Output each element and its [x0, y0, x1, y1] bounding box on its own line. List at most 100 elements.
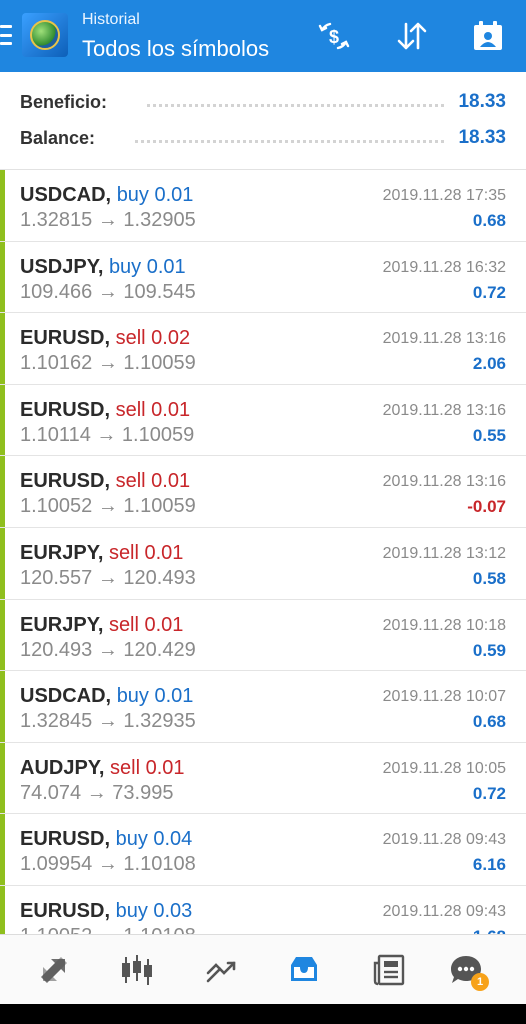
trade-side: buy 0.01	[116, 184, 194, 206]
trade-symbol: EURUSD,	[20, 828, 111, 851]
trade-side: buy 0.04	[115, 828, 193, 851]
trade-profit: 0.68	[472, 211, 506, 230]
trade-row[interactable]: EURUSD, buy 0.04 1.09954 → 1.10108 2019.11…	[0, 814, 526, 886]
trade-row[interactable]: EURJPY, sell 0.01 120.557 → 120.493 2019.1…	[0, 527, 526, 600]
dotted-leader	[135, 133, 445, 143]
trade-profit: 0.68	[472, 712, 506, 732]
trade-icon[interactable]	[198, 947, 244, 993]
trade-title: EURUSD, sell 0.01	[20, 470, 190, 493]
quotes-icon[interactable]	[31, 947, 77, 993]
trade-side: sell 0.02	[115, 327, 191, 350]
screen-subtitle: Historial	[82, 11, 140, 28]
trade-profit: 0.72	[472, 783, 506, 803]
trade-title: USDCAD, buy 0.01	[20, 685, 193, 708]
trade-title: USDJPY, buy 0.01	[20, 256, 186, 279]
trade-row[interactable]: EURUSD, sell 0.01 1.10114 → 1.10059 2019.1…	[0, 384, 526, 457]
trade-row[interactable]: USDJPY, buy 0.01 109.466 → 109.545 2019.11…	[0, 241, 526, 314]
trade-title: EURUSD, sell 0.02	[20, 327, 190, 350]
trade-symbol: EURJPY,	[20, 541, 104, 564]
trade-prices: 1.10162 → 1.10059	[20, 352, 196, 375]
trade-marker	[0, 671, 5, 742]
trade-symbol: EURUSD,	[20, 899, 111, 922]
trade-history-list[interactable]: USDCAD, buy 0.01 1.32815 → 1.32905 2019.11…	[0, 170, 526, 934]
trade-row[interactable]: EURUSD, sell 0.02 1.10162 → 1.10059 2019.1…	[0, 313, 526, 385]
app-logo[interactable]	[22, 13, 68, 57]
trade-time: 2019.11.28 10:05	[382, 759, 506, 777]
trade-time: 2019.11.28 09:43	[382, 902, 506, 920]
trade-side: sell 0.01	[115, 398, 191, 421]
chat-icon[interactable]: 1	[443, 947, 489, 993]
sort-icon[interactable]	[390, 16, 434, 56]
trade-side: sell 0.01	[110, 756, 185, 779]
trade-time: 2019.11.28 13:16	[382, 401, 506, 419]
trade-time: 2019.11.28 13:12	[382, 544, 506, 562]
trade-prices: 1.32845 → 1.32935	[20, 710, 196, 733]
trade-marker	[0, 885, 5, 934]
dotted-leader	[147, 97, 445, 107]
balance-row: Balance: 18.33	[20, 123, 506, 153]
trade-prices: 1.10052 → 1.10059	[20, 495, 196, 518]
profit-row: Beneficio: 18.33	[20, 87, 506, 117]
trade-profit: 1.68	[473, 927, 506, 934]
trade-title: EURJPY, sell 0.01	[20, 542, 183, 565]
trade-title: EURUSD, buy 0.03	[20, 900, 192, 923]
app-bar: Historial Todos los símbolos $	[0, 0, 526, 72]
trade-time: 2019.11.28 17:35	[382, 187, 506, 204]
trade-row[interactable]: EURUSD, sell 0.01 1.10052 → 1.10059 2019.1…	[0, 456, 526, 528]
trade-time: 2019.11.28 10:18	[382, 616, 506, 634]
trade-marker	[0, 313, 5, 384]
trade-title: AUDJPY, sell 0.01	[20, 757, 185, 780]
trade-title: EURJPY, sell 0.01	[20, 614, 183, 637]
trade-symbol: EURUSD,	[20, 470, 111, 493]
symbol-filter-title[interactable]: Todos los símbolos	[82, 36, 269, 62]
trade-prices: 109.466 → 109.545	[20, 280, 196, 303]
trade-time: 2019.11.28 10:07	[382, 688, 506, 706]
trade-symbol: EURUSD,	[20, 327, 111, 350]
system-navigation-bar	[0, 1004, 526, 1024]
trade-row[interactable]: USDCAD, buy 0.01 1.32845 → 1.32935 2019.11…	[0, 671, 526, 743]
trade-profit: 0.58	[472, 568, 506, 588]
trade-marker	[0, 241, 5, 313]
chart-icon[interactable]	[114, 947, 160, 993]
trade-side: buy 0.03	[115, 899, 193, 922]
trade-side: sell 0.01	[108, 613, 184, 636]
trade-marker	[0, 814, 5, 885]
currency-exchange-icon[interactable]: $	[312, 16, 356, 56]
trade-title: EURUSD, buy 0.04	[20, 828, 192, 851]
menu-icon[interactable]	[0, 22, 14, 48]
trade-marker	[0, 599, 5, 671]
calendar-icon[interactable]	[466, 16, 510, 56]
trade-side: buy 0.01	[116, 685, 194, 708]
trade-title: EURUSD, sell 0.01	[20, 399, 190, 422]
trade-marker	[0, 170, 5, 241]
trade-prices: 74.074 → 73.995	[20, 781, 174, 804]
news-icon[interactable]	[366, 947, 412, 993]
chat-badge: 1	[471, 973, 489, 991]
trade-time: 2019.11.28 13:16	[382, 330, 506, 348]
trade-title: USDCAD, buy 0.01	[20, 184, 193, 207]
trade-marker	[0, 742, 5, 814]
trade-time: 2019.11.28 16:32	[382, 258, 506, 276]
history-icon[interactable]	[281, 947, 327, 993]
trade-prices: 1.10114 → 1.10059	[20, 423, 195, 446]
trade-symbol: EURJPY,	[20, 613, 104, 636]
trade-side: buy 0.01	[108, 255, 186, 278]
svg-text:$: $	[329, 27, 339, 47]
trade-time: 2019.11.28 09:43	[382, 831, 506, 849]
trade-symbol: USDCAD,	[20, 685, 112, 708]
trade-symbol: USDCAD,	[20, 184, 112, 206]
trade-prices: 1.32815 → 1.32905	[20, 209, 196, 231]
account-summary: Beneficio: 18.33 Balance: 18.33	[0, 72, 526, 170]
trade-row[interactable]: EURUSD, buy 0.03 1.10052 → 1.10108 2019.11…	[0, 885, 526, 934]
profit-label: Beneficio:	[20, 91, 108, 112]
trade-prices: 120.493 → 120.429	[20, 638, 196, 661]
trade-row[interactable]: AUDJPY, sell 0.01 74.074 → 73.995 2019.11.…	[0, 742, 526, 815]
trade-row[interactable]: USDCAD, buy 0.01 1.32815 → 1.32905 2019.11…	[0, 170, 526, 242]
trade-marker	[0, 456, 5, 527]
balance-label: Balance:	[20, 127, 96, 148]
trade-row[interactable]: EURJPY, sell 0.01 120.493 → 120.429 2019.1…	[0, 599, 526, 672]
trade-profit: 2.06	[472, 354, 506, 374]
trade-marker	[0, 384, 5, 456]
trade-profit: -0.07	[467, 497, 506, 517]
trade-prices: 1.10052 → 1.10108	[20, 925, 196, 934]
